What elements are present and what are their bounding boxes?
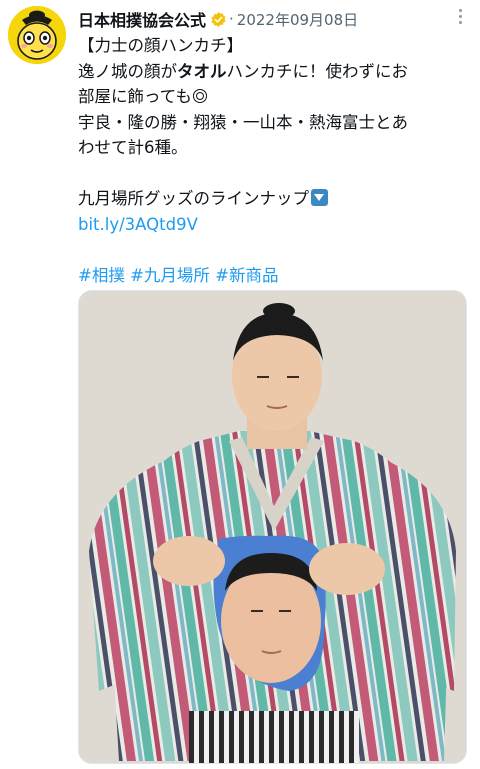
tweet-line: 【力士の顔ハンカチ】 [78, 36, 243, 55]
tweet-line: 部屋に飾っても [78, 84, 470, 110]
hashtag-row: #相撲 #九月場所 #新商品 [78, 263, 470, 289]
tweet-line: 逸ノ城の顔がタオルハンカチに！使わずにお [78, 59, 470, 85]
verified-badge-icon [210, 11, 227, 28]
tweet-header: 日本相撲協会公式 · 2022年09月08日 [78, 8, 468, 30]
separator-dot: · [229, 10, 234, 28]
tweet-line: わせて計6種。 [78, 138, 188, 157]
down-arrow-emoji-icon [311, 189, 328, 206]
tweet-line: 九月場所グッズのラインナップ [78, 186, 470, 212]
tweet-text: 【力士の顔ハンカチ】 逸ノ城の顔がタオルハンカチに！使わずにお 部屋に飾っても … [78, 33, 470, 288]
text-span: 部屋に飾っても [78, 87, 192, 106]
tweet-line: 宇良・隆の勝・翔猿・一山本・熱海富士とあ [78, 112, 408, 132]
hashtag-link[interactable]: #相撲 [78, 266, 125, 285]
text-span: 逸ノ城の顔が [78, 61, 177, 81]
double-circle-emoji-icon [192, 89, 207, 103]
tweet-link[interactable]: bit.ly/3AQtd9V [78, 212, 470, 238]
account-name[interactable]: 日本相撲協会公式 [78, 7, 206, 31]
text-span: ハンカチに！使わずにお [226, 61, 409, 81]
more-options-icon[interactable] [450, 6, 470, 26]
hashtag-link[interactable]: #九月場所 [130, 266, 210, 285]
tweet-photo[interactable] [78, 290, 467, 764]
mascot-avatar-icon[interactable] [8, 6, 66, 64]
bold-text: タオル [177, 61, 227, 81]
tweet-date[interactable]: 2022年09月08日 [237, 9, 358, 30]
hashtag-link[interactable]: #新商品 [215, 266, 278, 285]
text-span: 九月場所グッズのラインナップ [78, 189, 309, 208]
